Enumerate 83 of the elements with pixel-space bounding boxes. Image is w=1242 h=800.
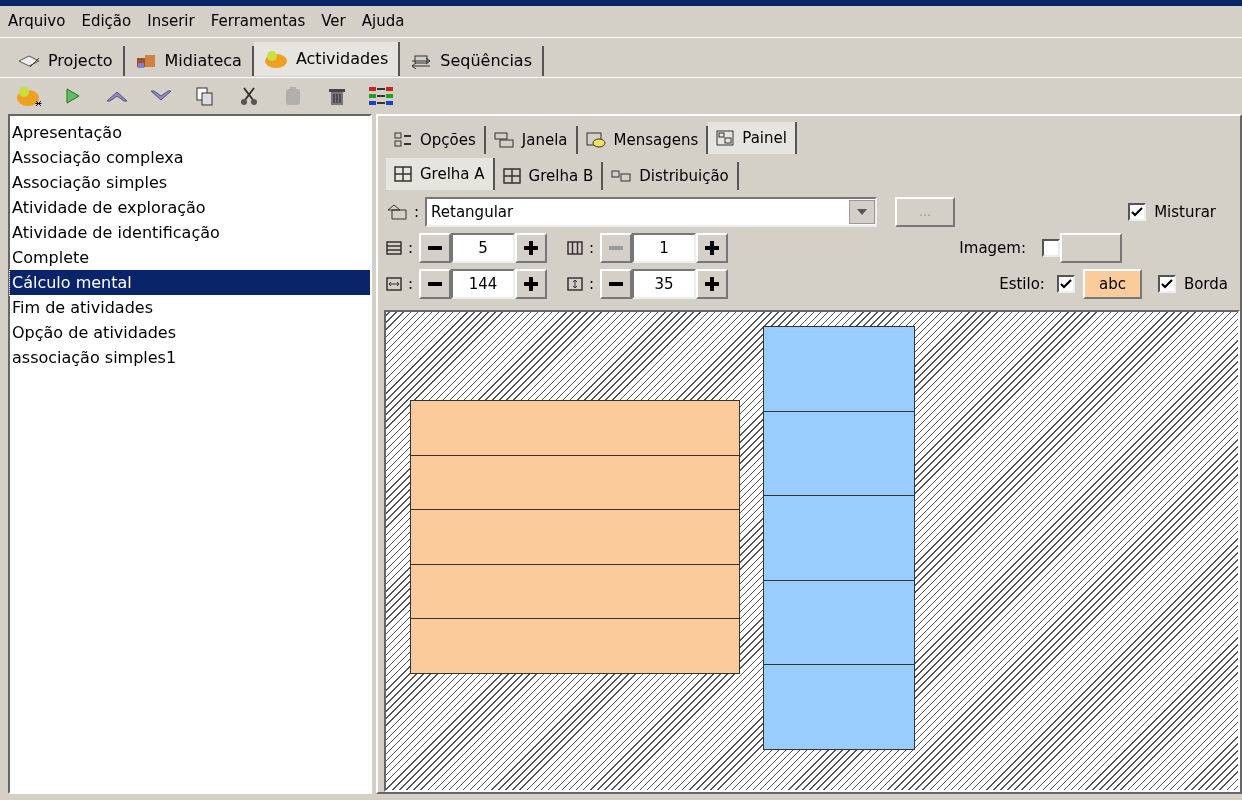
- blob-icon: [263, 49, 288, 69]
- activity-item[interactable]: Atividade de identificação: [10, 220, 370, 245]
- menu-item[interactable]: Ferramentas: [202, 6, 314, 37]
- width-icon: [386, 277, 402, 291]
- windows-icon: [493, 132, 514, 148]
- image-button[interactable]: [1060, 233, 1122, 263]
- plus-button[interactable]: [696, 269, 729, 299]
- message-icon: [585, 132, 606, 148]
- activity-item[interactable]: Associação simples: [10, 170, 370, 195]
- chevron-down-icon: [149, 89, 173, 103]
- chevron-up-icon: [105, 89, 129, 103]
- plus-icon: [524, 241, 539, 255]
- number-field[interactable]: 1: [632, 233, 697, 263]
- number-field[interactable]: 35: [632, 269, 697, 299]
- number-field[interactable]: 5: [451, 233, 516, 263]
- activity-item[interactable]: Apresentação: [10, 120, 370, 145]
- activity-item[interactable]: Fim de atividades: [10, 295, 370, 320]
- field-label: Estilo:: [999, 273, 1045, 295]
- field-label: Imagem:: [959, 237, 1026, 259]
- list-icon: [394, 132, 412, 148]
- clipboard-icon: [284, 86, 302, 106]
- panel-icon: [716, 130, 735, 146]
- minus-button[interactable]: [419, 233, 452, 263]
- minus-icon: [428, 282, 443, 286]
- caret-icon: [857, 209, 868, 215]
- menu-item[interactable]: Edição: [73, 6, 140, 37]
- rows-icon: [386, 241, 402, 255]
- activity-list[interactable]: Apresentação Associação complexa Associação simples Atividade de exploração Atividade de identificação Complete Cálculo mental Fim de atividades Opção de atividades associação simples1: [8, 114, 372, 794]
- field-label: :: [408, 273, 414, 295]
- reorder-icon: [368, 85, 394, 107]
- plus-icon: [705, 241, 720, 255]
- minus-icon: [609, 282, 624, 286]
- layers-icon: [18, 53, 40, 69]
- layout-icon: [611, 170, 632, 182]
- field-label: :: [589, 273, 595, 295]
- height-icon: [567, 277, 584, 291]
- checkbox[interactable]: [1128, 203, 1147, 221]
- boxes-icon: [134, 52, 157, 70]
- blob-icon: [16, 84, 42, 108]
- grid-icon: [502, 168, 521, 184]
- tab[interactable]: Grelha A: [386, 158, 495, 190]
- minus-icon: [428, 246, 443, 250]
- minus-button[interactable]: [419, 269, 452, 299]
- activity-item[interactable]: Opção de atividades: [10, 320, 370, 345]
- menu-item[interactable]: Ver: [313, 6, 354, 37]
- number-field[interactable]: 144: [451, 269, 516, 299]
- shape-icon: [386, 203, 408, 221]
- minus-icon: [609, 246, 624, 250]
- arrows-icon: [410, 53, 433, 69]
- grid-block[interactable]: [763, 326, 915, 750]
- plus-button[interactable]: [515, 233, 548, 263]
- shape-dropdown[interactable]: Retangular: [425, 197, 878, 227]
- grid-icon: [394, 166, 412, 182]
- checkbox-label: Borda: [1183, 273, 1228, 295]
- grid-block[interactable]: [410, 400, 740, 674]
- play-icon: [65, 87, 81, 105]
- minus-button[interactable]: [600, 269, 633, 299]
- plus-icon: [705, 277, 720, 291]
- activity-item[interactable]: Atividade de exploração: [10, 195, 370, 220]
- activity-item[interactable]: Associação complexa: [10, 145, 370, 170]
- menu-item[interactable]: Ajuda: [353, 6, 413, 37]
- field-label: :: [414, 201, 420, 223]
- trash-icon: [327, 86, 347, 106]
- checkbox[interactable]: [1042, 239, 1060, 257]
- activity-item[interactable]: Cálculo mental: [10, 270, 370, 295]
- copy-icon: [195, 86, 215, 106]
- tab[interactable]: Painel: [708, 122, 797, 154]
- tab[interactable]: Actividades: [253, 42, 401, 76]
- field-label: :: [589, 237, 595, 259]
- menu-item[interactable]: Arquivo: [0, 6, 74, 37]
- menu-item[interactable]: Inserir: [139, 6, 203, 37]
- checkbox[interactable]: [1056, 275, 1075, 293]
- checkbox-label: Misturar: [1154, 201, 1216, 223]
- style-sample-button[interactable]: abc: [1082, 269, 1142, 299]
- checkbox[interactable]: [1157, 275, 1176, 293]
- plus-button[interactable]: [515, 269, 548, 299]
- columns-icon: [567, 241, 584, 255]
- scissors-icon: [239, 86, 259, 106]
- field-label: :: [408, 237, 414, 259]
- plus-icon: [524, 277, 539, 291]
- activity-item[interactable]: associação simples1: [10, 345, 370, 370]
- plus-button[interactable]: [696, 233, 729, 263]
- activity-item[interactable]: Complete: [10, 245, 370, 270]
